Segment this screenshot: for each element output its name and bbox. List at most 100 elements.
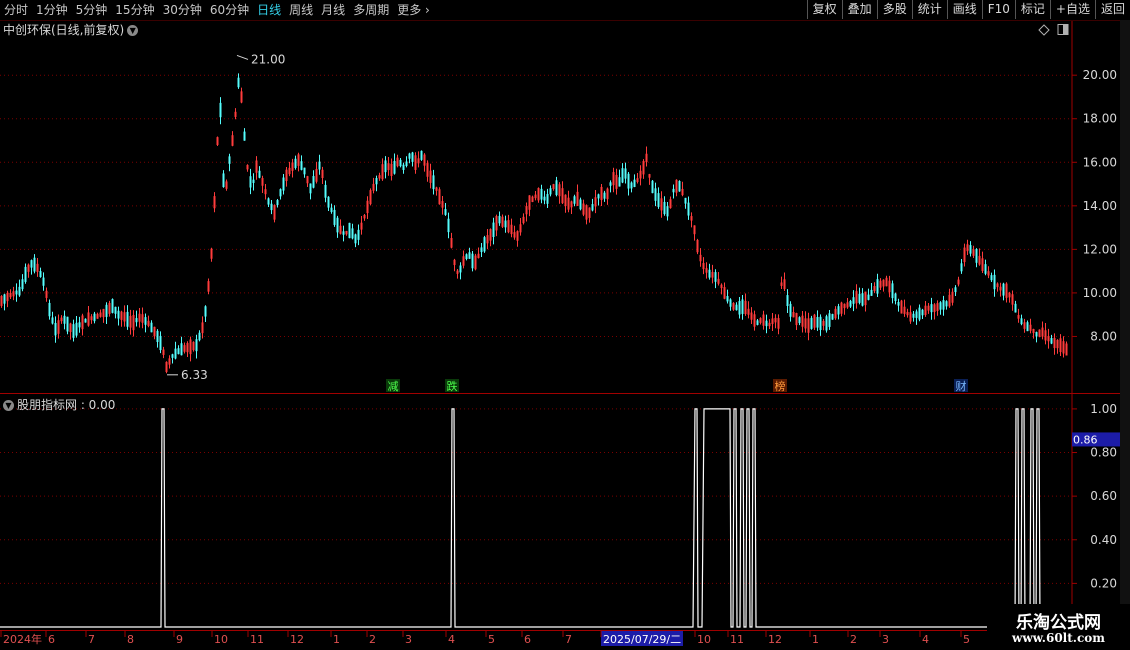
candle-body (594, 197, 597, 207)
candle-body (48, 302, 51, 317)
tab-15min[interactable]: 15分钟 (111, 0, 158, 20)
indicator-title[interactable]: ▼ 股朋指标网 : 0.00 (3, 396, 115, 413)
candle-body (423, 154, 426, 166)
candle-body (18, 286, 21, 296)
candle-body (1050, 338, 1053, 344)
tab-60min[interactable]: 60分钟 (206, 0, 253, 20)
f10-button[interactable]: F10 (981, 0, 1015, 19)
candle-body (249, 176, 252, 188)
candle-body (672, 188, 675, 193)
candle-body (555, 180, 558, 196)
candle-body (459, 265, 462, 273)
tab-1min[interactable]: 1分钟 (32, 0, 72, 20)
watermark-logo: 乐淘公式网 www.60lt.com (987, 604, 1130, 650)
candle-body (192, 341, 195, 351)
draw-line-button[interactable]: 画线 (946, 0, 982, 19)
candle-body (1035, 332, 1038, 337)
rights-adjust-button[interactable]: 复权 (806, 0, 842, 19)
candle-body (171, 354, 174, 358)
time-axis-label: 7 (88, 633, 95, 646)
chevron-down-icon[interactable]: ▼ (3, 400, 14, 411)
add-watchlist-button[interactable]: +自选 (1049, 0, 1095, 19)
candle-body (654, 188, 657, 201)
candle-body (294, 158, 297, 168)
watermark-url: www.60lt.com (1012, 631, 1105, 645)
candle-body (120, 311, 123, 320)
chevron-down-icon[interactable]: ▼ (127, 25, 139, 36)
indicator-title-label: 股朋指标网 : 0.00 (17, 398, 116, 412)
candle-body (465, 254, 468, 259)
price-tick-label: 18.00 (1083, 112, 1117, 126)
candle-body (669, 199, 672, 209)
candle-body (369, 190, 372, 205)
time-axis-label: 1 (812, 633, 819, 646)
candle-body (360, 222, 363, 230)
candle-body (525, 206, 528, 215)
candle-body (312, 176, 315, 188)
candle-body (810, 317, 813, 329)
statistics-button[interactable]: 统计 (911, 0, 947, 19)
candle-body (678, 181, 681, 192)
candle-body (1020, 318, 1023, 325)
candle-body (945, 301, 948, 307)
time-axis-label: 4 (922, 633, 929, 646)
candle-body (972, 249, 975, 256)
candle-body (135, 318, 138, 323)
candle-body (777, 318, 780, 329)
candle-body (645, 153, 648, 163)
time-axis-label: 2 (850, 633, 857, 646)
candle-body (1065, 343, 1068, 356)
candle-body (870, 289, 873, 296)
tab-30min[interactable]: 30分钟 (159, 0, 206, 20)
candle-body (69, 323, 72, 333)
candle-body (12, 291, 15, 297)
time-axis-label: 9 (176, 633, 183, 646)
tab-daily[interactable]: 日线 (253, 0, 285, 20)
candle-body (474, 255, 477, 270)
candle-body (303, 167, 306, 175)
candle-body (510, 224, 513, 235)
candle-body (387, 163, 390, 171)
candle-body (717, 278, 720, 284)
candle-body (537, 188, 540, 201)
candle-body (546, 194, 549, 204)
candle-body (1029, 324, 1032, 331)
overlay-button[interactable]: 叠加 (841, 0, 877, 19)
tab-monthly[interactable]: 月线 (317, 0, 349, 20)
candle-body (354, 234, 357, 244)
candle-body (825, 316, 828, 331)
indicator-line (0, 408, 1066, 628)
candle-body (552, 184, 555, 190)
tab-5min[interactable]: 5分钟 (72, 0, 112, 20)
time-axis-label: 3 (882, 633, 889, 646)
candle-body (798, 317, 801, 324)
candle-body (321, 169, 324, 179)
candle-body (813, 314, 816, 328)
multi-stock-button[interactable]: 多股 (876, 0, 912, 19)
candle-body (105, 304, 108, 317)
tab-multi-period[interactable]: 多周期 (349, 0, 393, 20)
mark-button[interactable]: 标记 (1014, 0, 1050, 19)
tab-weekly[interactable]: 周线 (285, 0, 317, 20)
time-axis-label: 12 (768, 633, 782, 646)
candle-body (195, 339, 198, 352)
candle-body (840, 302, 843, 314)
candle-body (60, 317, 63, 322)
candle-body (228, 156, 231, 164)
candle-body (432, 175, 435, 190)
candle-body (291, 162, 294, 171)
candle-body (141, 314, 144, 323)
tab-more[interactable]: 更多 › (393, 0, 434, 20)
candle-body (309, 183, 312, 194)
candle-body (471, 253, 474, 269)
candle-body (531, 196, 534, 202)
candle-body (864, 291, 867, 306)
tab-timeshare[interactable]: 分时 (0, 0, 32, 20)
indicator-tick-label: 0.80 (1090, 446, 1117, 460)
stock-title[interactable]: 中创环保(日线,前复权) ▼ (3, 21, 139, 38)
candle-body (492, 222, 495, 237)
back-button[interactable]: 返回 (1094, 0, 1130, 19)
candle-body (462, 256, 465, 266)
candle-body (378, 175, 381, 179)
candle-body (318, 161, 321, 170)
